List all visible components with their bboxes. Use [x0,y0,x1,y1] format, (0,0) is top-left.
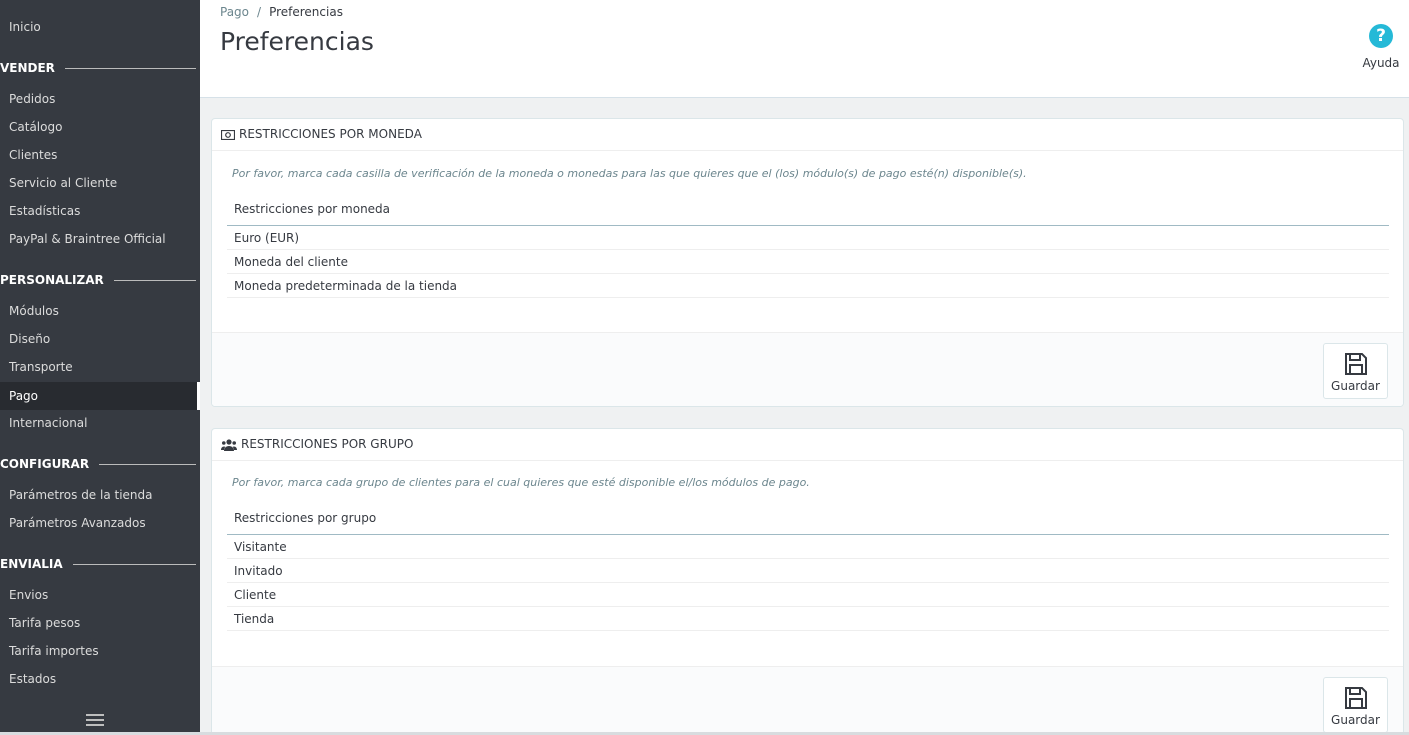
sidebar-item-envios[interactable]: Envios [0,581,200,609]
group-restrictions-panel: RESTRICCIONES POR GRUPO Por favor, marca… [211,428,1404,732]
sidebar-item-pago[interactable]: Pago [0,382,197,410]
sidebar-item-paypal[interactable]: PayPal & Braintree Official [0,225,200,253]
save-icon [1344,687,1367,709]
sidebar-item-parametros-avanzados[interactable]: Parámetros Avanzados [0,509,200,537]
panel-footer: Guardar [212,332,1403,406]
money-icon [221,129,235,140]
table-row: Moneda predeterminada de la tienda [227,274,1389,298]
breadcrumb: Pago / Preferencias [220,5,343,19]
sidebar-section-personalizar: PERSONALIZAR [0,270,196,290]
sidebar: Inicio VENDER Pedidos Catálogo Clientes … [0,0,200,735]
panel-title: RESTRICCIONES POR GRUPO [241,437,414,451]
sidebar-item-transporte[interactable]: Transporte [0,353,200,381]
breadcrumb-separator: / [257,5,262,19]
sidebar-item-pedidos[interactable]: Pedidos [0,85,200,113]
group-table: Restricciones por grupo Visitante Invita… [227,501,1389,631]
table-row: Tienda [227,607,1389,631]
sidebar-item-modulos[interactable]: Módulos [0,297,200,325]
save-label: Guardar [1331,713,1380,727]
sidebar-item-inicio[interactable]: Inicio [0,13,200,41]
breadcrumb-link-pago[interactable]: Pago [220,5,249,19]
panel-heading: RESTRICCIONES POR GRUPO [212,429,1403,461]
sidebar-item-parametros-tienda[interactable]: Parámetros de la tienda [0,481,200,509]
help-button[interactable]: ? Ayuda [1361,24,1401,70]
sidebar-section-vender: VENDER [0,58,196,78]
panel-footer: Guardar [212,666,1403,732]
sidebar-item-clientes[interactable]: Clientes [0,141,200,169]
breadcrumb-current: Preferencias [269,5,343,19]
menu-collapse-icon[interactable] [86,714,104,727]
table-row: Invitado [227,559,1389,583]
help-icon: ? [1369,24,1393,48]
sidebar-section-envialia: ENVIALIA [0,554,196,574]
save-icon [1344,353,1367,375]
currency-table: Restricciones por moneda Euro (EUR) Mone… [227,192,1389,298]
sidebar-item-estadisticas[interactable]: Estadísticas [0,197,200,225]
table-row: Cliente [227,583,1389,607]
table-header: Restricciones por moneda [227,192,1389,226]
sidebar-item-tarifa-importes[interactable]: Tarifa importes [0,637,200,665]
sidebar-item-internacional[interactable]: Internacional [0,409,200,437]
currency-restrictions-panel: RESTRICCIONES POR MONEDA Por favor, marc… [211,118,1404,407]
page-header: Pago / Preferencias Preferencias ? Ayuda [200,0,1409,98]
save-button[interactable]: Guardar [1323,677,1388,732]
active-indicator [197,382,200,410]
table-header: Restricciones por grupo [227,501,1389,535]
save-label: Guardar [1331,379,1380,393]
panel-heading: RESTRICCIONES POR MONEDA [212,119,1403,151]
table-row: Moneda del cliente [227,250,1389,274]
sidebar-item-tarifa-pesos[interactable]: Tarifa pesos [0,609,200,637]
sidebar-item-estados[interactable]: Estados [0,665,200,693]
table-row: Euro (EUR) [227,226,1389,250]
table-row: Visitante [227,535,1389,559]
sidebar-item-servicio-cliente[interactable]: Servicio al Cliente [0,169,200,197]
save-button[interactable]: Guardar [1323,343,1388,399]
sidebar-item-catalogo[interactable]: Catálogo [0,113,200,141]
panel-title: RESTRICCIONES POR MONEDA [239,127,422,141]
panel-description: Por favor, marca cada grupo de clientes … [232,476,810,489]
users-icon [221,438,237,451]
panel-description: Por favor, marca cada casilla de verific… [232,167,1027,180]
page-title: Preferencias [220,27,374,56]
sidebar-section-configurar: CONFIGURAR [0,454,196,474]
help-label: Ayuda [1362,56,1400,70]
sidebar-item-diseno[interactable]: Diseño [0,325,200,353]
